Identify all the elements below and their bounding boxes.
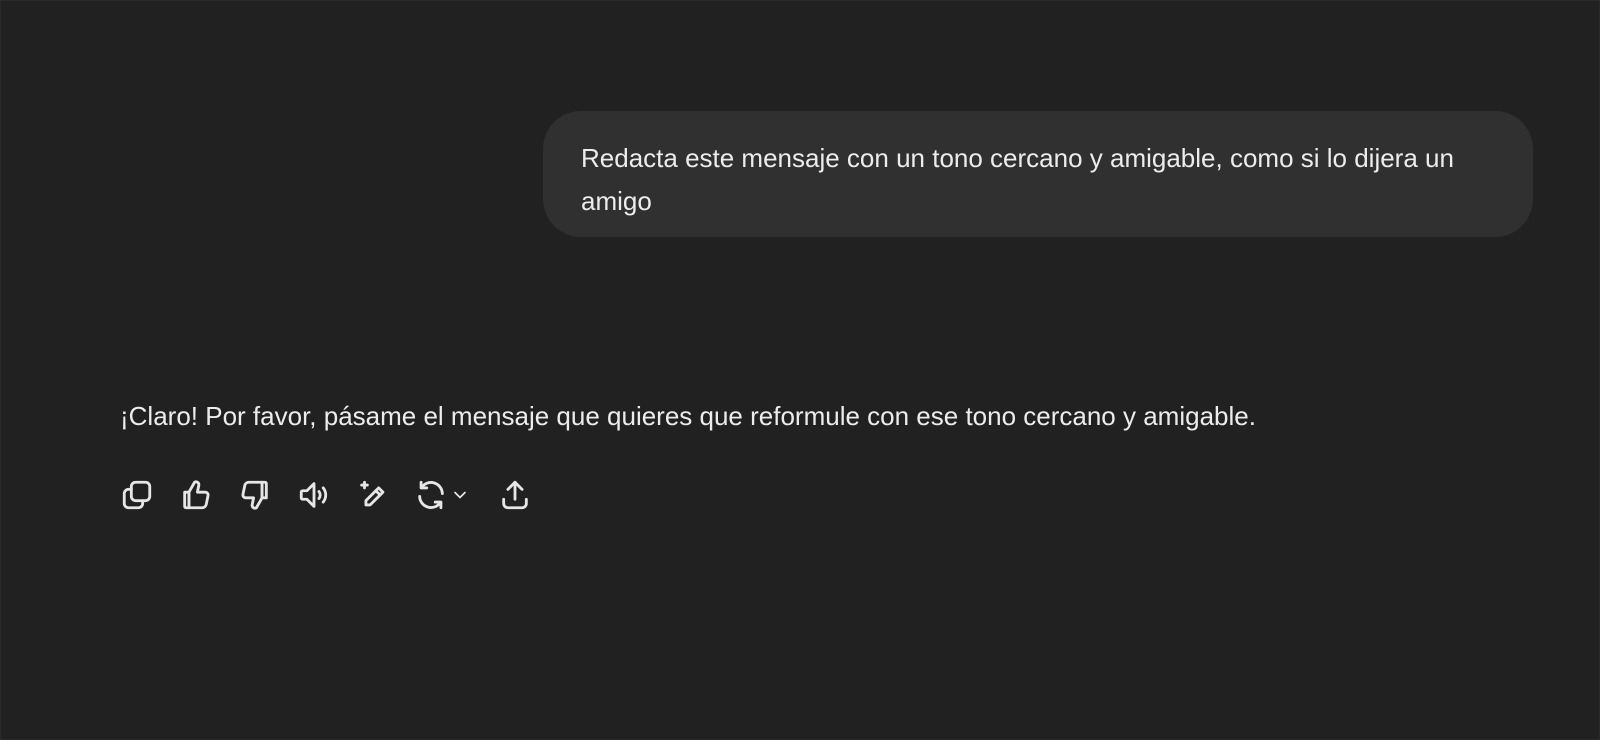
user-message-text: Redacta este mensaje con un tono cercano…: [581, 143, 1454, 216]
thumbs-up-icon: [183, 480, 210, 510]
assistant-message-text: ¡Claro! Por favor, pásame el mensaje que…: [120, 401, 1256, 431]
thumbs-down-button[interactable]: [237, 477, 273, 513]
message-action-bar: [119, 475, 556, 515]
thumbs-up-button[interactable]: [178, 477, 214, 513]
refresh-icon: [418, 480, 444, 510]
edit-in-canvas-button[interactable]: [355, 477, 391, 513]
share-upload-icon: [502, 480, 528, 510]
pen-sparkle-icon: [360, 480, 385, 507]
user-message-bubble: Redacta este mensaje con un tono cercano…: [543, 111, 1533, 237]
read-aloud-button[interactable]: [296, 477, 332, 513]
copy-button[interactable]: [119, 477, 155, 513]
thumbs-down-icon: [241, 480, 268, 510]
copy-icon: [122, 480, 152, 510]
share-button[interactable]: [497, 477, 533, 513]
chevron-down-icon: [454, 491, 466, 499]
chat-window: Redacta este mensaje con un tono cercano…: [0, 0, 1600, 740]
speaker-icon: [299, 482, 328, 508]
regenerate-button[interactable]: [414, 477, 474, 513]
